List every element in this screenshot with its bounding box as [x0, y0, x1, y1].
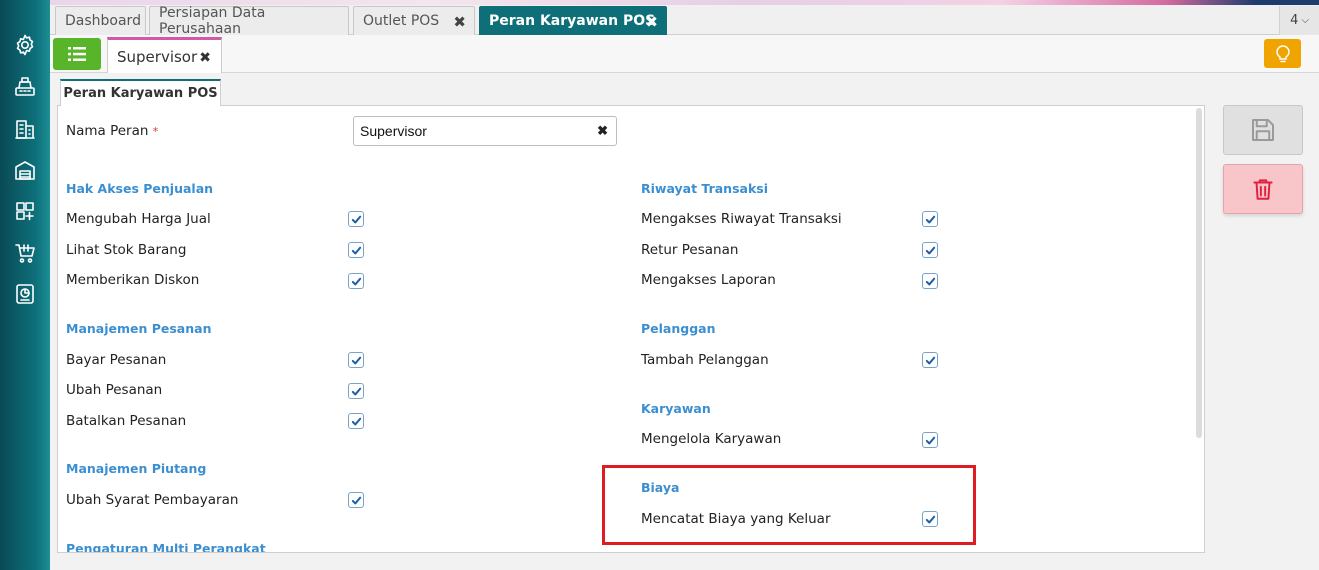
- tab-label: Peran Karyawan POS: [489, 13, 656, 29]
- check-icon: [925, 277, 935, 285]
- tab-persiapan-data[interactable]: Persiapan Data Perusahaan: [149, 5, 349, 37]
- tab-count: 4: [1290, 13, 1299, 28]
- gear-icon[interactable]: [11, 31, 39, 59]
- sidebar: [0, 0, 50, 570]
- perm-label: Batalkan Pesanan: [66, 413, 187, 429]
- perm-label: Bayar Pesanan: [66, 352, 167, 368]
- perm-label: Mencatat Biaya yang Keluar: [641, 511, 831, 527]
- check-icon: [351, 496, 361, 504]
- save-button[interactable]: [1223, 105, 1303, 155]
- perm-label: Mengelola Karyawan: [641, 431, 782, 447]
- role-name-label: Nama Peran *: [66, 123, 158, 139]
- role-name-input[interactable]: Supervisor ✖: [353, 116, 617, 146]
- section-pelanggan: Pelanggan: [641, 321, 716, 336]
- section-pengaturan-multi-perangkat: Pengaturan Multi Perangkat: [66, 541, 266, 553]
- perm-label: Ubah Syarat Pembayaran: [66, 492, 239, 508]
- tab-label: Persiapan Data Perusahaan: [159, 5, 266, 37]
- section-biaya: Biaya: [641, 480, 680, 495]
- clear-icon[interactable]: ✖: [597, 123, 608, 139]
- building-icon[interactable]: [11, 115, 39, 143]
- list-menu-button[interactable]: [53, 38, 101, 70]
- subtab-label: Supervisor: [117, 47, 198, 66]
- cart-icon[interactable]: [11, 239, 39, 267]
- check-icon: [925, 515, 935, 523]
- tab-overflow-dropdown[interactable]: 4 ⌵: [1279, 6, 1319, 35]
- list-icon: [68, 47, 86, 61]
- section-manajemen-pesanan: Manajemen Pesanan: [66, 321, 212, 336]
- perm-checkbox[interactable]: [922, 273, 938, 289]
- chevron-down-icon: ⌵: [1301, 15, 1309, 26]
- perm-label: Mengakses Laporan: [641, 272, 776, 288]
- check-icon: [351, 215, 361, 223]
- report-icon[interactable]: [11, 280, 39, 308]
- perm-label: Lihat Stok Barang: [66, 242, 187, 258]
- perm-label: Tambah Pelanggan: [641, 352, 769, 368]
- check-icon: [351, 387, 361, 395]
- perm-checkbox[interactable]: [348, 413, 364, 429]
- lightbulb-icon: [1275, 44, 1290, 62]
- check-icon: [925, 246, 935, 254]
- highlight-box: [602, 465, 976, 545]
- perm-checkbox[interactable]: [922, 242, 938, 258]
- perm-checkbox[interactable]: [348, 242, 364, 258]
- close-icon[interactable]: ✖: [645, 13, 658, 31]
- perm-checkbox[interactable]: [922, 211, 938, 227]
- role-form-panel: Nama Peran * Supervisor ✖ Hak Akses Penj…: [57, 105, 1205, 553]
- perm-label: Mengubah Harga Jual: [66, 211, 211, 227]
- check-icon: [925, 215, 935, 223]
- check-icon: [351, 246, 361, 254]
- form-tab[interactable]: Peran Karyawan POS: [60, 79, 221, 106]
- perm-checkbox[interactable]: [922, 432, 938, 448]
- perm-checkbox[interactable]: [348, 383, 364, 399]
- check-icon: [351, 277, 361, 285]
- delete-button[interactable]: [1223, 164, 1303, 214]
- close-icon[interactable]: ✖: [199, 50, 211, 66]
- required-mark: *: [152, 125, 159, 138]
- perm-checkbox[interactable]: [348, 352, 364, 368]
- perm-checkbox[interactable]: [348, 492, 364, 508]
- trash-icon: [1253, 179, 1273, 200]
- tab-outlet-pos[interactable]: Outlet POS ✖: [353, 6, 475, 35]
- perm-label: Memberikan Diskon: [66, 272, 200, 288]
- scrollbar[interactable]: [1196, 108, 1202, 438]
- tab-dashboard[interactable]: Dashboard: [55, 6, 146, 35]
- perm-label: Ubah Pesanan: [66, 382, 163, 398]
- section-karyawan: Karyawan: [641, 401, 711, 416]
- check-icon: [925, 356, 935, 364]
- perm-checkbox[interactable]: [348, 273, 364, 289]
- tab-bar: Dashboard Persiapan Data Perusahaan Outl…: [50, 5, 1319, 37]
- inventory-icon[interactable]: [11, 197, 39, 225]
- check-icon: [351, 417, 361, 425]
- save-icon: [1252, 119, 1274, 141]
- perm-checkbox[interactable]: [348, 211, 364, 227]
- check-icon: [925, 436, 935, 444]
- perm-checkbox[interactable]: [922, 511, 938, 527]
- section-hak-akses-penjualan: Hak Akses Penjualan: [66, 181, 214, 196]
- check-icon: [351, 356, 361, 364]
- section-riwayat-transaksi: Riwayat Transaksi: [641, 181, 768, 196]
- perm-checkbox[interactable]: [922, 352, 938, 368]
- tips-button[interactable]: [1264, 39, 1301, 68]
- tab-label: Outlet POS: [363, 13, 440, 29]
- close-icon[interactable]: ✖: [453, 13, 466, 31]
- section-manajemen-piutang: Manajemen Piutang: [66, 461, 207, 476]
- tab-peran-karyawan[interactable]: Peran Karyawan POS ✖: [479, 6, 667, 35]
- perm-label: Retur Pesanan: [641, 242, 739, 258]
- subtab-supervisor[interactable]: Supervisor ✖: [107, 37, 222, 73]
- role-name-label-text: Nama Peran: [66, 123, 149, 139]
- perm-label: Mengakses Riwayat Transaksi: [641, 211, 842, 227]
- tab-label: Dashboard: [65, 13, 141, 29]
- sub-toolbar: Supervisor ✖: [50, 35, 1319, 73]
- role-name-value: Supervisor: [360, 123, 427, 139]
- warehouse-icon[interactable]: [11, 156, 39, 184]
- cash-register-icon[interactable]: [11, 73, 39, 101]
